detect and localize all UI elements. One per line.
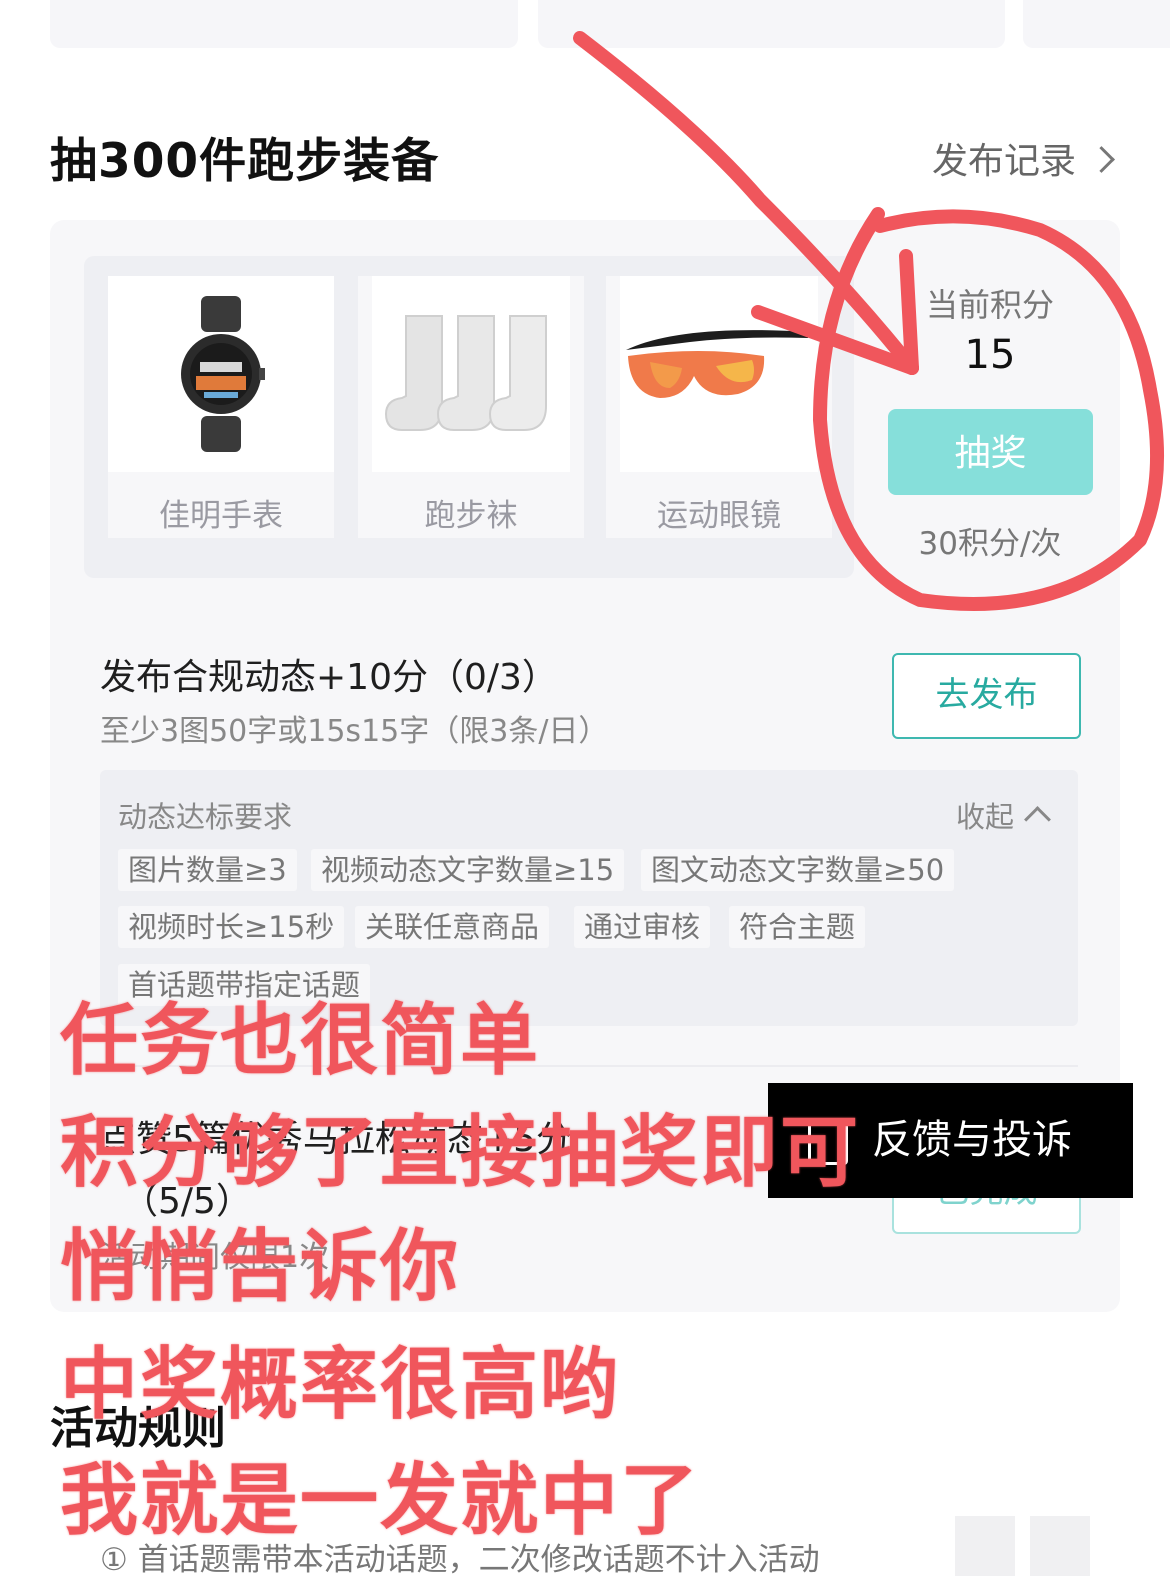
overlay-caption-line: 悄悄告诉你 [60, 1222, 461, 1312]
overlay-caption-line: 中奖概率很高哟 [60, 1340, 621, 1430]
overlay-caption-line: 我就是一发就中了 [60, 1456, 701, 1546]
overlay-caption-line: 积分够了直接抽奖即可 [60, 1108, 861, 1198]
overlay-caption-line: 任务也很简单 [60, 996, 541, 1086]
